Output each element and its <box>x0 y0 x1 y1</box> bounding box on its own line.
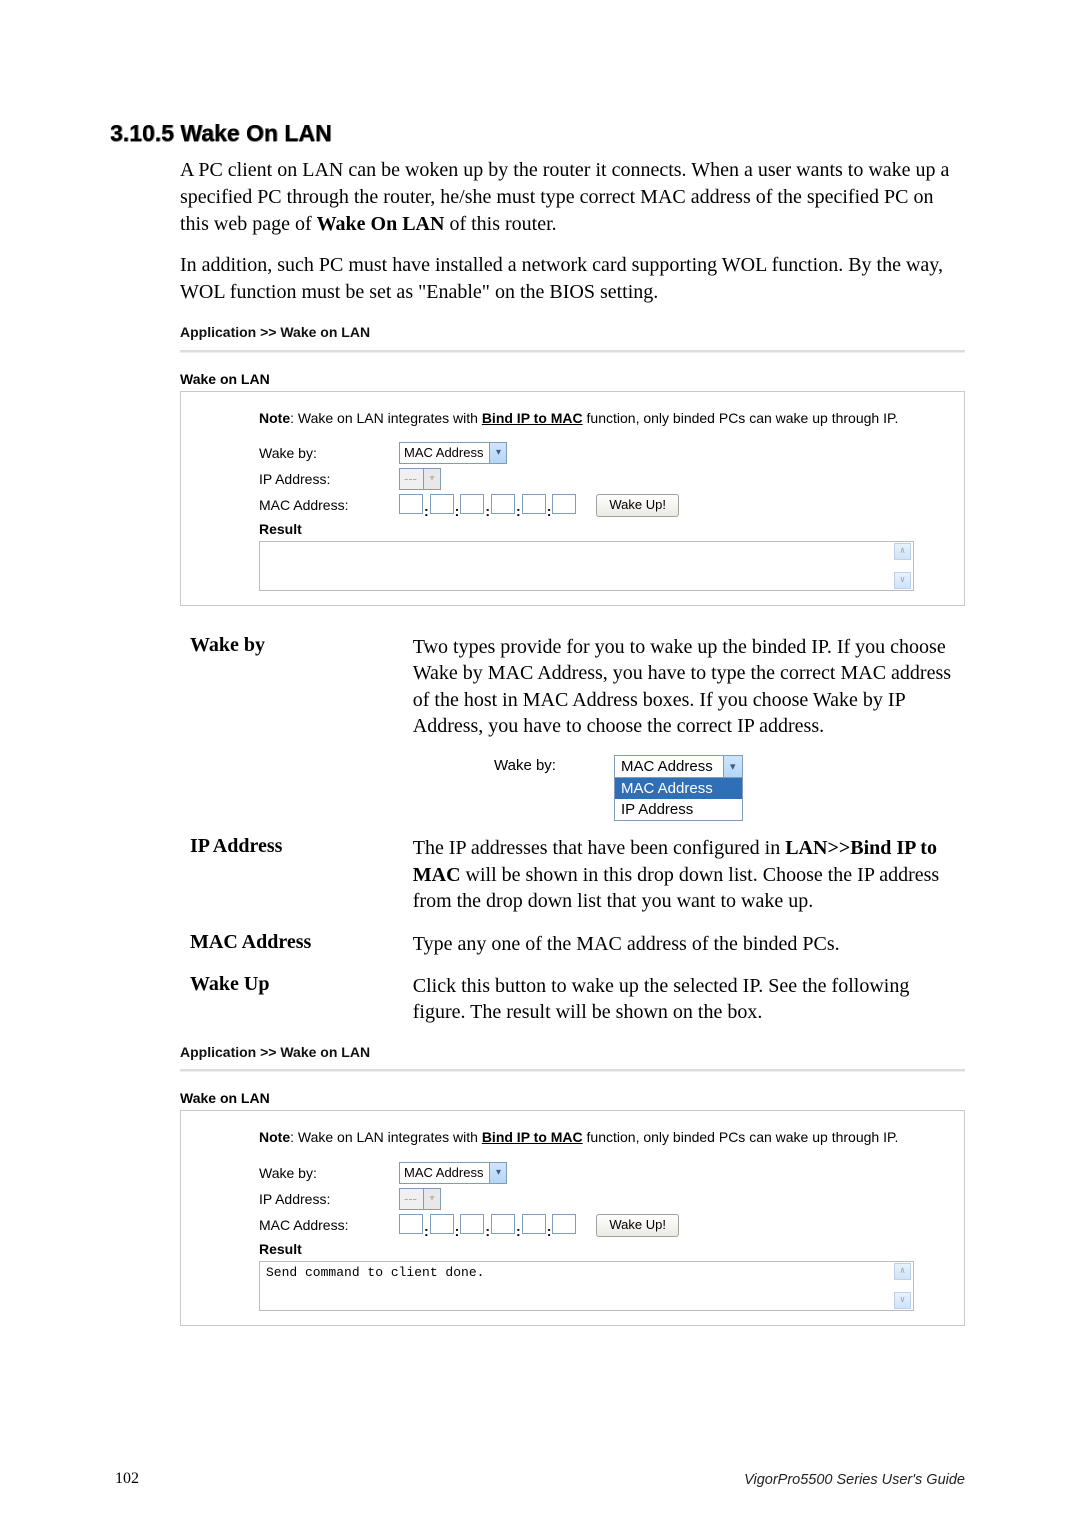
result-label-2: Result <box>259 1241 914 1257</box>
section-heading: 3.10.5 Wake On LAN <box>110 120 965 147</box>
chevron-down-icon: ▾ <box>489 443 506 463</box>
mac-address-inputs-2: ::::: <box>399 1214 576 1237</box>
mac2-oct-3[interactable] <box>460 1214 484 1234</box>
wake-by-select-value: MAC Address <box>400 443 489 463</box>
panel-title-2: Wake on LAN <box>180 1090 965 1106</box>
wake-by-label-2: Wake by: <box>259 1165 399 1181</box>
ip-address-select[interactable]: --- ▾ <box>399 468 441 490</box>
bind-ip-to-mac-link-2[interactable]: Bind IP to MAC <box>482 1129 583 1145</box>
mac2-oct-5[interactable] <box>522 1214 546 1234</box>
note-label: Note <box>259 410 290 426</box>
wake-by-option-top: MAC Address <box>615 756 723 777</box>
mac-oct-2[interactable] <box>430 494 454 514</box>
ip-address-select-2[interactable]: --- ▾ <box>399 1188 441 1210</box>
note-text-1: Note: Wake on LAN integrates with Bind I… <box>259 408 914 428</box>
mac-oct-5[interactable] <box>522 494 546 514</box>
mac2-oct-1[interactable] <box>399 1214 423 1234</box>
divider-1 <box>180 350 965 353</box>
note-b-2: function, only binded PCs can wake up th… <box>583 1129 899 1145</box>
desc-wake-by: Two types provide for you to wake up the… <box>413 634 961 740</box>
para1-a: A PC client on LAN can be woken up by th… <box>180 159 949 235</box>
panel-title-1: Wake on LAN <box>180 371 965 387</box>
chevron-down-icon: ▾ <box>489 1163 506 1183</box>
note-b: function, only binded PCs can wake up th… <box>583 410 899 426</box>
mac-oct-1[interactable] <box>399 494 423 514</box>
wake-by-option-ip[interactable]: IP Address <box>615 799 742 820</box>
wake-up-button[interactable]: Wake Up! <box>596 494 679 517</box>
mac2-oct-2[interactable] <box>430 1214 454 1234</box>
mac-oct-3[interactable] <box>460 494 484 514</box>
chevron-down-icon: ▾ <box>423 1189 440 1209</box>
note-label-2: Note <box>259 1129 290 1145</box>
mac-address-label-2: MAC Address: <box>259 1217 399 1233</box>
para1-bold: Wake On LAN <box>317 213 445 235</box>
term-mac-address: MAC Address <box>190 931 408 954</box>
wake-by-select-2[interactable]: MAC Address ▾ <box>399 1162 507 1184</box>
wake-up-button-2[interactable]: Wake Up! <box>596 1214 679 1237</box>
ip-address-label-2: IP Address: <box>259 1191 399 1207</box>
note-a-2: : Wake on LAN integrates with <box>290 1129 482 1145</box>
intro-para-1: A PC client on LAN can be woken up by th… <box>180 157 965 238</box>
note-a: : Wake on LAN integrates with <box>290 410 482 426</box>
wake-on-lan-panel-2: Note: Wake on LAN integrates with Bind I… <box>180 1110 965 1325</box>
scroll-up-icon[interactable]: ∧ <box>894 1263 911 1280</box>
mac-oct-6[interactable] <box>552 494 576 514</box>
wake-by-option-mac[interactable]: MAC Address <box>615 778 742 799</box>
divider-2 <box>180 1069 965 1072</box>
breadcrumb-2: Application >> Wake on LAN <box>180 1044 965 1060</box>
result-box-2: Send command to client done. ∧ ∨ <box>259 1261 914 1311</box>
wake-by-figure-label: Wake by: <box>494 755 614 774</box>
wake-by-dropdown-figure: Wake by: MAC Address ▾ MAC Address IP Ad… <box>494 755 965 821</box>
bind-ip-to-mac-link[interactable]: Bind IP to MAC <box>482 410 583 426</box>
mac2-oct-4[interactable] <box>491 1214 515 1234</box>
note-text-2: Note: Wake on LAN integrates with Bind I… <box>259 1127 914 1147</box>
result-label-1: Result <box>259 521 914 537</box>
para1-b: of this router. <box>444 213 556 235</box>
result-box-1: ∧ ∨ <box>259 541 914 591</box>
scroll-down-icon[interactable]: ∨ <box>894 1292 911 1309</box>
term-wake-by: Wake by <box>190 634 408 657</box>
desc-ip-address: The IP addresses that have been configur… <box>413 835 961 914</box>
wake-by-label: Wake by: <box>259 445 399 461</box>
page-number: 102 <box>115 1470 139 1488</box>
wake-by-select-value-2: MAC Address <box>400 1163 489 1183</box>
mac-address-inputs: ::::: <box>399 494 576 517</box>
scroll-up-icon[interactable]: ∧ <box>894 543 911 560</box>
mac2-oct-6[interactable] <box>552 1214 576 1234</box>
scroll-down-icon[interactable]: ∨ <box>894 572 911 589</box>
wake-on-lan-panel-1: Note: Wake on LAN integrates with Bind I… <box>180 391 965 606</box>
ip-desc-b: will be shown in this drop down list. Ch… <box>413 864 939 912</box>
wake-by-select[interactable]: MAC Address ▾ <box>399 442 507 464</box>
ip-address-select-value-2: --- <box>400 1189 423 1209</box>
ip-address-label: IP Address: <box>259 471 399 487</box>
footer-title: VigorPro5500 Series User's Guide <box>744 1472 965 1488</box>
chevron-down-icon: ▾ <box>723 756 742 777</box>
ip-desc-a: The IP addresses that have been configur… <box>413 837 785 859</box>
term-ip-address: IP Address <box>190 835 408 858</box>
mac-oct-4[interactable] <box>491 494 515 514</box>
breadcrumb-1: Application >> Wake on LAN <box>180 324 965 340</box>
ip-address-select-value: --- <box>400 469 423 489</box>
desc-wake-up: Click this button to wake up the selecte… <box>413 973 961 1026</box>
chevron-down-icon: ▾ <box>423 469 440 489</box>
definitions-block: Wake by Two types provide for you to wak… <box>190 634 965 1026</box>
intro-para-2: In addition, such PC must have installed… <box>180 252 965 306</box>
desc-mac-address: Type any one of the MAC address of the b… <box>413 931 961 957</box>
mac-address-label: MAC Address: <box>259 497 399 513</box>
result-text-2: Send command to client done. <box>266 1265 484 1280</box>
wake-by-open-dropdown[interactable]: MAC Address ▾ MAC Address IP Address <box>614 755 743 821</box>
term-wake-up: Wake Up <box>190 973 408 996</box>
